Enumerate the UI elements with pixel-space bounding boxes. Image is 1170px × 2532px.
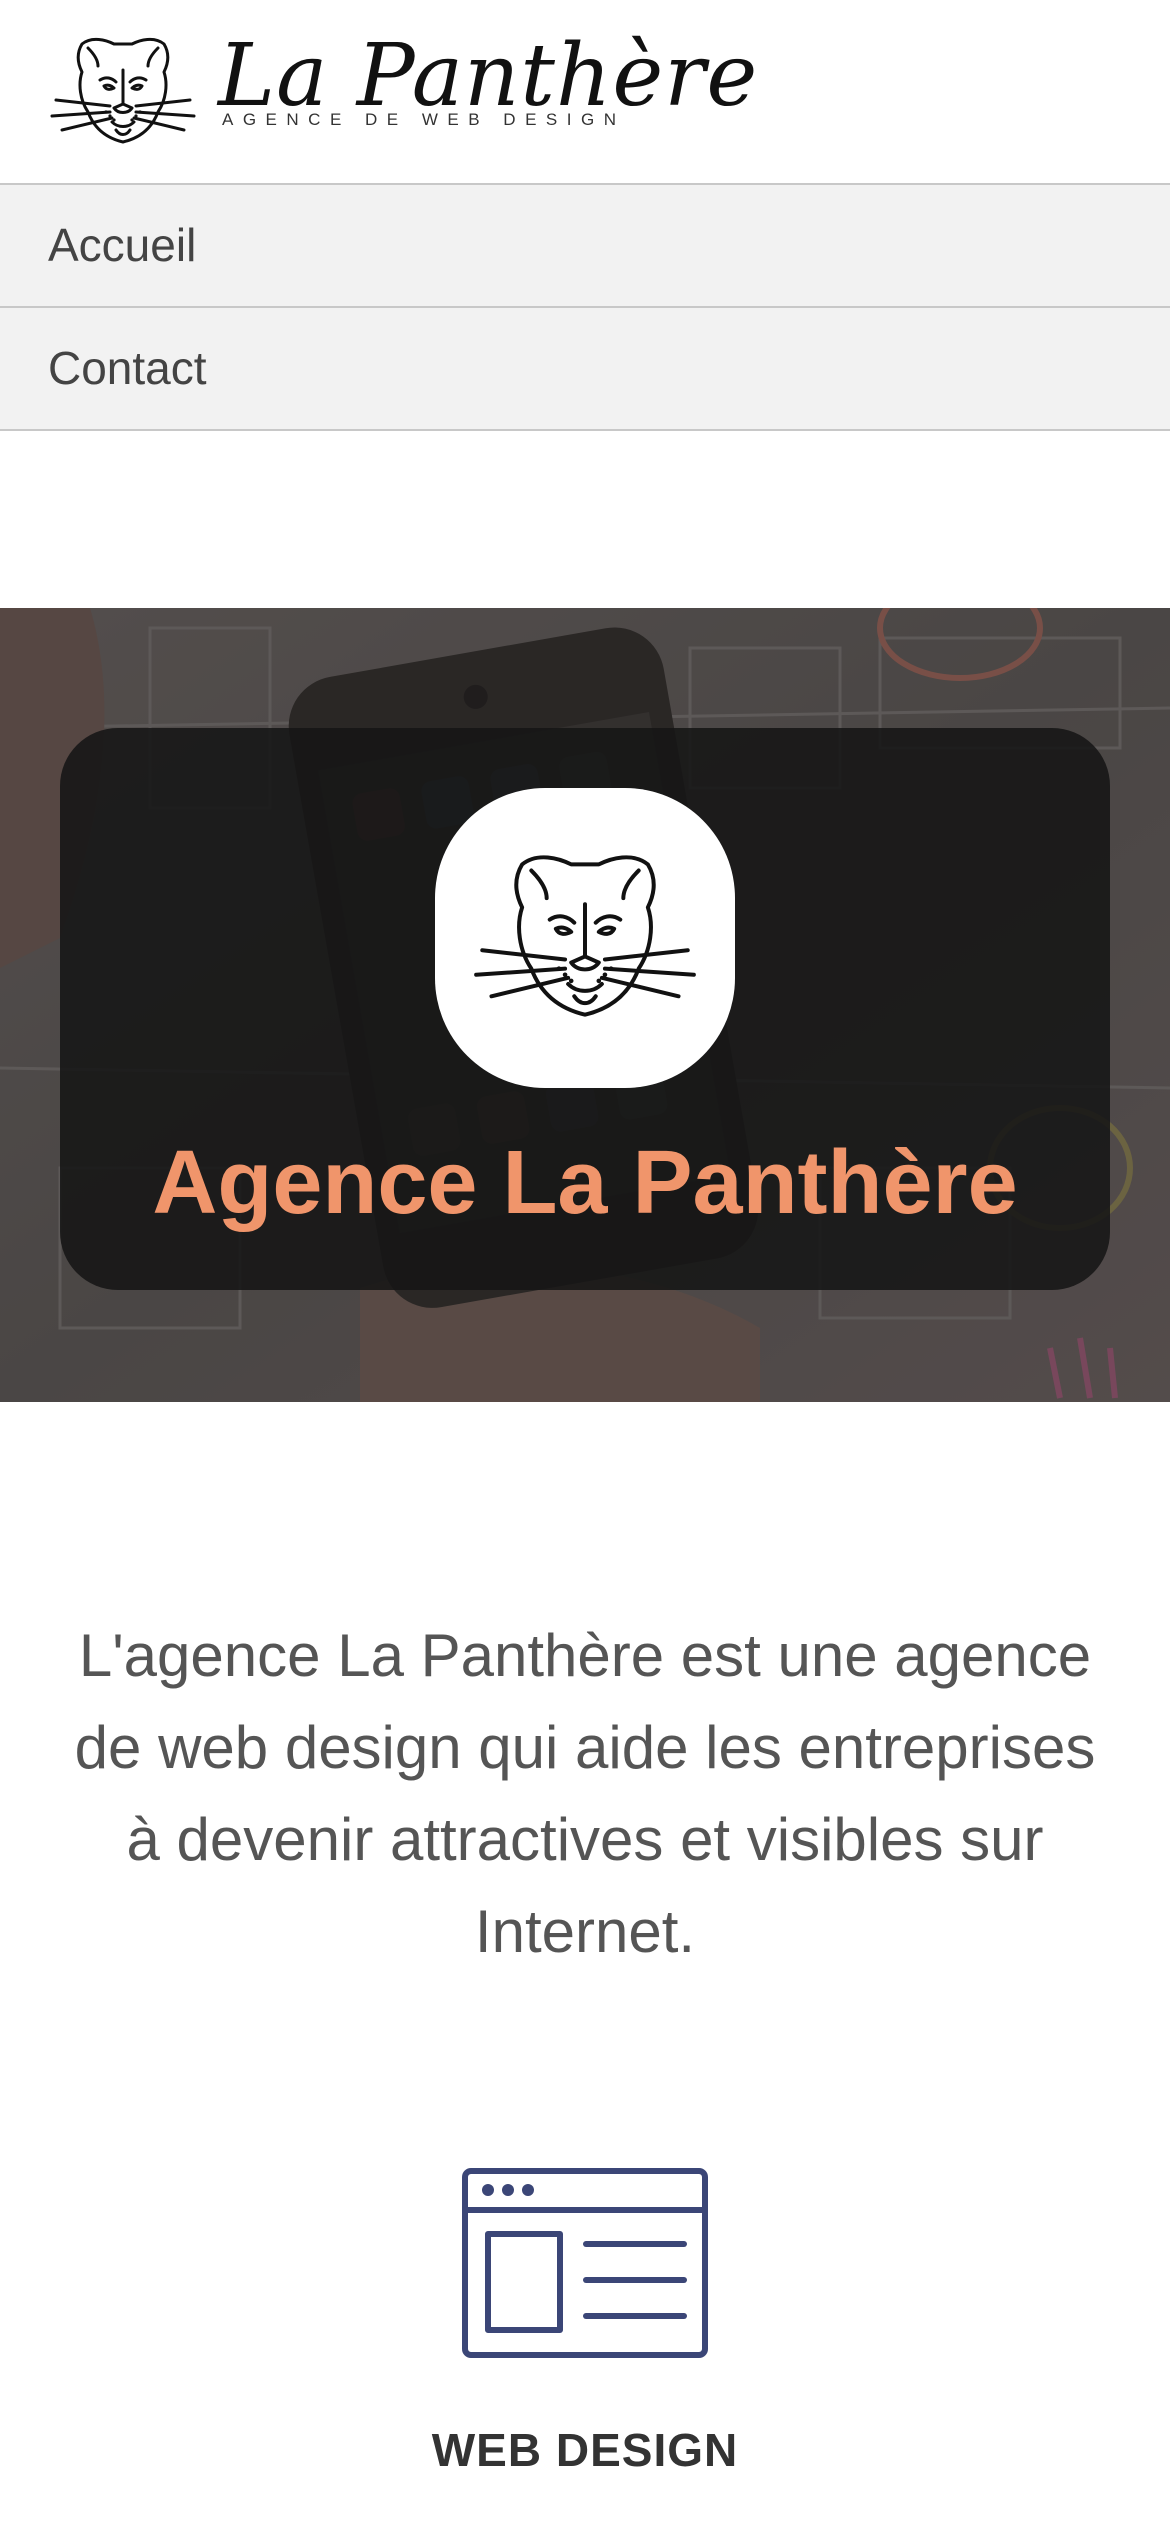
panther-head-icon <box>50 37 196 144</box>
site-header: La Panthère AGENCE DE WEB DESIGN <box>0 0 1170 183</box>
web-layout-icon <box>462 2168 708 2358</box>
brand-tagline: AGENCE DE WEB DESIGN <box>222 110 626 129</box>
panther-head-icon <box>474 855 696 1017</box>
hero-banner: Agence La Panthère <box>0 608 1170 1402</box>
nav-item-accueil[interactable]: Accueil <box>0 185 1170 308</box>
home-logo-link[interactable]: La Panthère AGENCE DE WEB DESIGN <box>48 26 757 156</box>
hero-logo-tile <box>435 788 735 1088</box>
hero-card: Agence La Panthère <box>60 728 1110 1290</box>
nav-item-contact[interactable]: Contact <box>0 308 1170 431</box>
main-nav: Accueil Contact <box>0 183 1170 431</box>
service-title: WEB DESIGN <box>431 2424 739 2476</box>
intro-paragraph: L'agence La Panthère est une agence de w… <box>74 1622 1096 1965</box>
hero-title: Agence La Panthère <box>152 1133 1018 1233</box>
